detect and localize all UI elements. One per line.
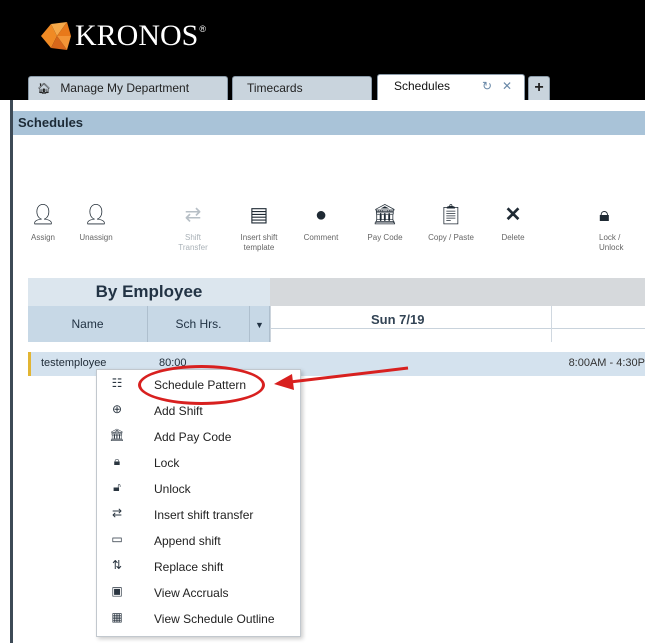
tool-label: Comment [303, 233, 339, 242]
kronos-wordmark: KRONOS [75, 19, 199, 52]
group-title: By Employee [28, 278, 270, 306]
copy-paste-button[interactable]: 📋︎ Copy / Paste [421, 203, 481, 243]
assign-button[interactable]: 👤︎ Assign [23, 203, 63, 243]
lock-icon: 🔒︎ [599, 204, 610, 226]
tool-label: Unassign [79, 233, 113, 242]
shift-cell[interactable]: 8:00AM - 4:30P [569, 357, 645, 369]
tab-schedules[interactable]: Schedules ↻ ✕ [377, 74, 525, 100]
menu-item-append-shift[interactable]: ▭ Append shift [97, 528, 302, 554]
schedule-toolbar: 👤︎ Assign 👤︎ Unassign ⇄ Shift Transfer ▤… [13, 195, 645, 265]
tool-label: Pay Code [367, 233, 403, 242]
pay-code-button[interactable]: 🏛︎ Pay Code [359, 203, 411, 243]
tab-label: Schedules [394, 79, 451, 93]
schedule-pattern-icon: ☷ [111, 376, 123, 390]
shift-transfer-button[interactable]: ⇄ Shift Transfer [173, 203, 213, 253]
assign-user-icon: 👤︎ [30, 204, 56, 226]
column-options-button[interactable]: ▼ [250, 306, 270, 342]
lock-icon: 🔒︎ [113, 454, 121, 468]
tool-label: Shift Transfer [178, 233, 208, 252]
menu-item-label: Replace shift [154, 560, 224, 574]
comment-icon: ● [314, 204, 328, 226]
add-shift-icon: ⊕ [111, 402, 123, 416]
menu-item-label: Lock [154, 456, 180, 470]
menu-item-unlock[interactable]: 🔓︎ Unlock [97, 476, 302, 502]
timeline-band [270, 278, 645, 306]
menu-item-replace-shift[interactable]: ⇅ Replace shift [97, 554, 302, 580]
menu-item-label: Add Pay Code [154, 430, 232, 444]
menu-item-label: Unlock [154, 482, 191, 496]
delete-button[interactable]: ✕ Delete [487, 203, 539, 243]
kronos-logo-mark-icon [37, 18, 73, 54]
unassign-button[interactable]: 👤︎ Unassign [71, 203, 121, 243]
menu-item-label: Insert shift transfer [154, 508, 254, 522]
menu-item-label: View Accruals [154, 586, 229, 600]
add-tab-button[interactable]: + [528, 76, 550, 100]
schedule-outline-icon: ▦ [111, 610, 123, 624]
day-label: Sun 7/19 [371, 312, 425, 327]
tool-label: Insert shift template [240, 233, 278, 252]
accruals-icon: ▣ [111, 584, 123, 598]
menu-item-label: Append shift [154, 534, 221, 548]
tab-manage-my-department[interactable]: 🏠︎ Manage My Department [28, 76, 228, 100]
employee-name[interactable]: testemployee [41, 357, 106, 369]
shift-transfer-icon: ⇄ [111, 506, 123, 520]
menu-item-view-schedule-outline[interactable]: ▦ View Schedule Outline [97, 606, 302, 632]
replace-shift-icon: ⇅ [111, 558, 123, 572]
menu-item-add-pay-code[interactable]: 🏛︎ Add Pay Code [97, 424, 302, 450]
annotation-arrow-icon [274, 366, 409, 390]
annotation-highlight-circle [138, 365, 265, 405]
copy-paste-icon: 📋︎ [438, 204, 464, 226]
menu-item-view-accruals[interactable]: ▣ View Accruals [97, 580, 302, 606]
add-pay-code-icon: 🏛︎ [109, 428, 125, 442]
tab-timecards[interactable]: Timecards [232, 76, 372, 100]
panel-title: Schedules [13, 111, 645, 135]
delete-icon: ✕ [504, 204, 522, 226]
insert-shift-template-button[interactable]: ▤ Insert shift template [231, 203, 287, 253]
tab-label: Timecards [247, 81, 303, 95]
unassign-user-icon: 👤︎ [83, 204, 109, 226]
tool-label: Delete [501, 233, 525, 242]
kronos-logo: KRONOS ® [37, 18, 206, 54]
tool-label: Assign [30, 233, 55, 242]
lock-unlock-button[interactable]: 🔒︎ Lock / Unlock [599, 203, 645, 253]
tab-label: Manage My Department [60, 81, 190, 95]
comment-button[interactable]: ● Comment [295, 203, 347, 243]
home-icon: 🏠︎ [37, 83, 51, 95]
close-icon[interactable]: ✕ [502, 75, 512, 97]
column-header-name[interactable]: Name [28, 306, 148, 342]
append-shift-icon: ▭ [111, 532, 123, 546]
tool-label: Copy / Paste [428, 233, 474, 242]
tool-label: Lock / Unlock [599, 233, 624, 252]
menu-item-insert-shift-transfer[interactable]: ⇄ Insert shift transfer [97, 502, 302, 528]
context-menu: ☷ Schedule Pattern ⊕ Add Shift 🏛︎ Add Pa… [96, 369, 301, 637]
menu-item-lock[interactable]: 🔒︎ Lock [97, 450, 302, 476]
insert-template-icon: ▤ [249, 204, 269, 226]
registered-mark: ® [199, 24, 206, 34]
day-header: Sun 7/19 [270, 306, 645, 342]
plus-icon: + [534, 79, 544, 96]
menu-item-label: Add Shift [154, 404, 203, 418]
day-column-separator [551, 306, 552, 342]
refresh-icon[interactable]: ↻ [482, 75, 492, 97]
menu-item-label: View Schedule Outline [154, 612, 275, 626]
day-header-divider [271, 328, 645, 329]
bank-icon: 🏛︎ [372, 204, 398, 226]
column-header-sch-hrs[interactable]: Sch Hrs. [148, 306, 250, 342]
chevron-down-icon: ▼ [255, 320, 264, 330]
shift-transfer-icon: ⇄ [184, 204, 202, 226]
unlock-icon: 🔓︎ [113, 480, 121, 494]
